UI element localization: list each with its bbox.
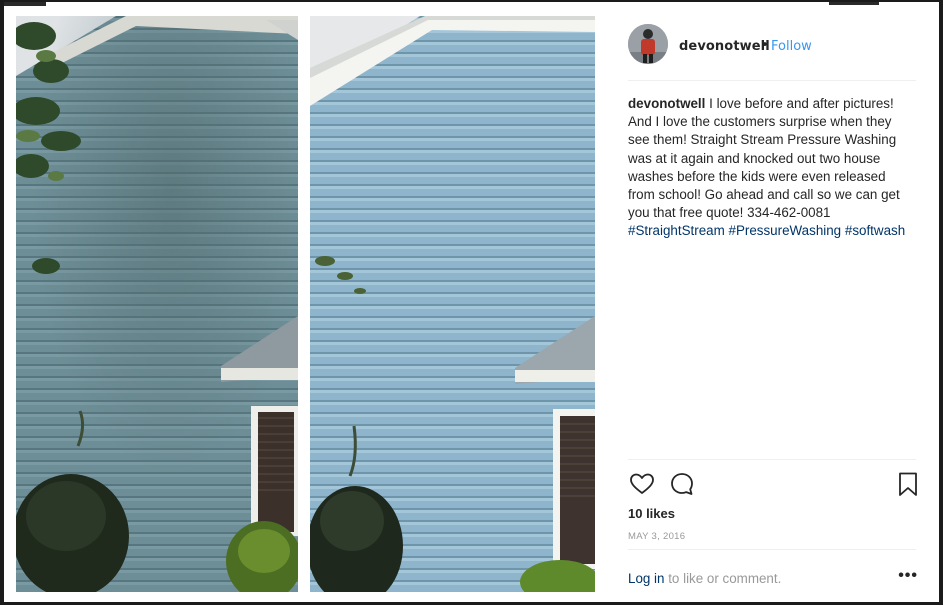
hashtag-link[interactable]: #PressureWashing [729, 223, 842, 238]
divider [628, 549, 916, 550]
bookmark-icon[interactable] [894, 470, 922, 498]
post-details-panel: devonotwell • Follow devonotwell I love … [628, 16, 917, 594]
login-link[interactable]: Log in [628, 571, 664, 586]
before-photo[interactable] [16, 16, 298, 592]
more-options-icon[interactable]: ••• [898, 567, 918, 585]
post-caption: devonotwell I love before and after pict… [628, 95, 916, 241]
hashtag-link[interactable]: #softwash [845, 223, 905, 238]
action-bar [628, 470, 917, 498]
comment-icon[interactable] [668, 470, 696, 498]
post-date: MAY 3, 2016 [628, 531, 686, 542]
divider [628, 80, 916, 81]
hashtag-link[interactable]: #StraightStream [628, 223, 725, 238]
caption-text: I love before and after pictures! And I … [628, 96, 900, 221]
post-header: devonotwell • Follow [628, 22, 916, 66]
heart-icon[interactable] [628, 470, 656, 498]
separator-dot: • [761, 38, 769, 53]
follow-button[interactable]: Follow [771, 39, 812, 54]
window-edge [829, 2, 879, 5]
login-prompt-text: to like or comment. [664, 571, 782, 586]
likes-count[interactable]: 10 likes [628, 506, 675, 521]
divider [628, 459, 916, 460]
window-edge [4, 2, 46, 6]
avatar[interactable] [628, 24, 668, 64]
header-username[interactable]: devonotwell [679, 39, 770, 54]
login-prompt: Log in to like or comment. ••• [628, 567, 917, 586]
caption-username[interactable]: devonotwell [628, 96, 705, 111]
after-photo[interactable] [310, 16, 595, 592]
instagram-post-frame: devonotwell • Follow devonotwell I love … [4, 2, 939, 602]
